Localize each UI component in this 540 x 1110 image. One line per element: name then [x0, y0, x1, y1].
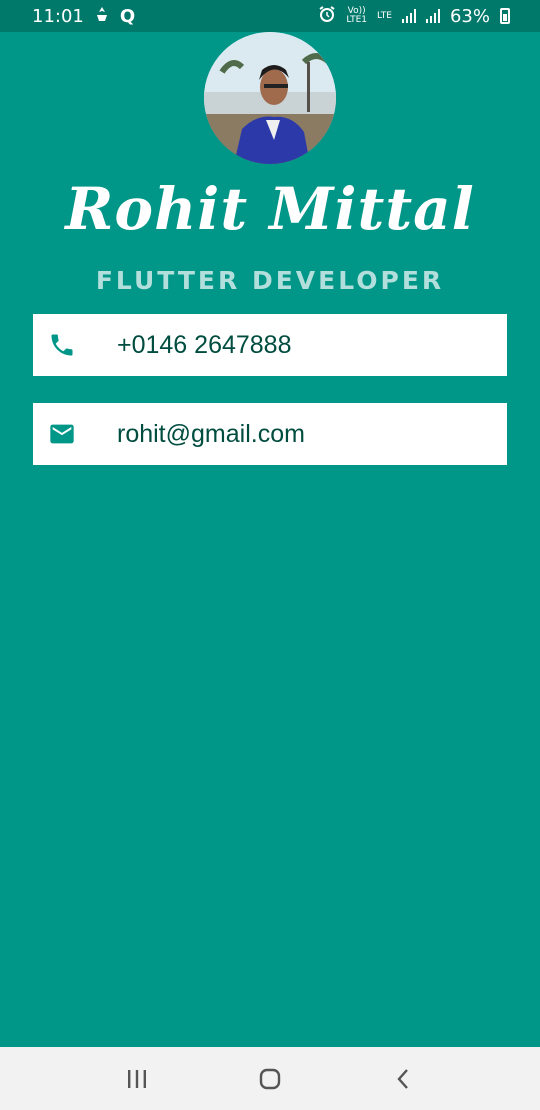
profile-name: Rohit Mittal — [65, 175, 475, 243]
email-icon — [33, 420, 117, 448]
status-left: 11:01 Q — [32, 6, 135, 27]
home-icon[interactable] — [240, 1059, 300, 1099]
volte-indicator: Vo)) LTE1 — [346, 6, 368, 25]
status-time: 11:01 — [32, 5, 84, 27]
battery-icon — [500, 8, 510, 24]
q-indicator: Q — [119, 5, 136, 27]
status-bar: 11:01 Q Vo)) LTE1 LTE 63% — [0, 0, 540, 32]
battery-percent: 63% — [449, 5, 490, 27]
phone-number: +0146 2647888 — [117, 330, 292, 359]
email-address: rohit@gmail.com — [117, 419, 305, 448]
recent-apps-icon[interactable] — [107, 1059, 167, 1099]
lte-label: LTE — [377, 10, 392, 21]
profile-title: FLUTTER DEVELOPER — [95, 266, 445, 295]
signal-icon-2 — [425, 9, 440, 23]
back-icon[interactable] — [373, 1059, 433, 1099]
email-card[interactable]: rohit@gmail.com — [33, 403, 507, 465]
navigation-bar — [0, 1047, 540, 1110]
alarm-icon — [318, 5, 336, 28]
avatar-photo — [204, 32, 336, 164]
phone-card[interactable]: +0146 2647888 — [33, 314, 507, 376]
avatar — [204, 32, 336, 164]
phone-icon — [33, 331, 117, 359]
notification-icon — [94, 6, 110, 27]
signal-icon — [401, 9, 416, 23]
status-right: Vo)) LTE1 LTE 63% — [318, 5, 510, 28]
